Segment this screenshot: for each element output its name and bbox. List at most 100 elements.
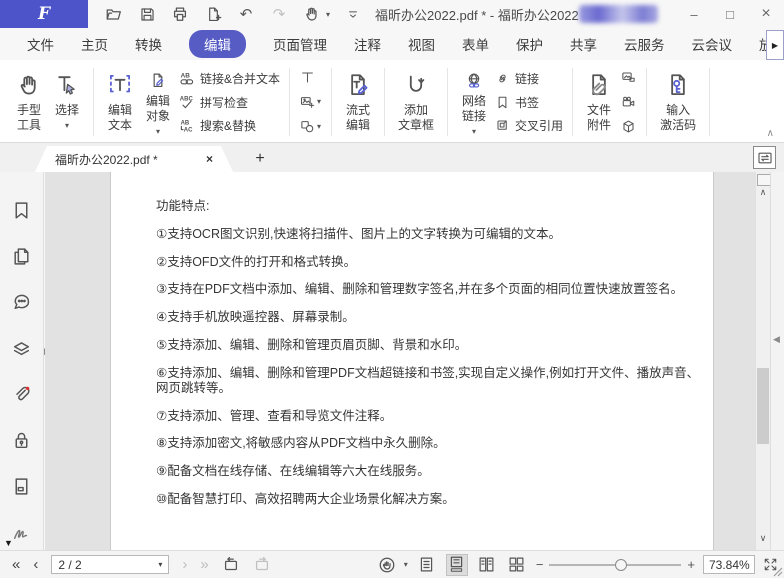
collapse-sidebar-icon[interactable]: «	[12, 557, 20, 573]
hand-mode-caret-icon[interactable]: ▾	[404, 562, 408, 568]
hand-tool-caret-icon[interactable]: ▾	[326, 10, 330, 19]
add-article-box-button[interactable]: 添加 文章框	[392, 66, 440, 138]
document-viewer[interactable]: 功能特点: ①支持OCR图文识别,快速将扫描件、图片上的文字转换为可编辑的文本。…	[45, 172, 756, 550]
add-shape-button[interactable]: ▾	[300, 119, 321, 134]
zoom-slider[interactable]	[549, 564, 681, 566]
search-replace-button[interactable]: ABAC 搜索&替换	[179, 117, 280, 134]
menu-convert[interactable]: 转换	[135, 34, 162, 54]
facing-continuous-view-button[interactable]	[506, 554, 528, 576]
edit-object-icon	[145, 72, 171, 89]
comments-panel-button[interactable]	[11, 292, 32, 313]
minimize-button[interactable]: –	[676, 0, 712, 28]
select-button[interactable]: 选择 ▾	[48, 66, 86, 138]
link-button[interactable]: 链接	[495, 70, 563, 87]
next-page-icon[interactable]: ›	[182, 557, 187, 573]
right-panel-expand-icon[interactable]: ◀	[773, 334, 780, 345]
single-page-view-button[interactable]	[416, 554, 438, 576]
save-icon[interactable]	[137, 4, 157, 24]
last-page-icon[interactable]: »	[200, 557, 208, 573]
spell-check-icon: ABC	[179, 94, 195, 110]
scroll-down-icon[interactable]: ∨	[756, 533, 770, 544]
print-icon[interactable]	[170, 4, 190, 24]
scrollbar-thumb[interactable]	[757, 368, 769, 444]
menu-scroll-right-button[interactable]: ▶	[766, 30, 784, 60]
layers-panel-button[interactable]	[11, 338, 32, 359]
redo-icon[interactable]: ↷	[269, 4, 289, 24]
flow-edit-button[interactable]: 流式 编辑	[339, 66, 377, 138]
menu-form[interactable]: 表单	[462, 34, 489, 54]
menu-cloud-meeting[interactable]: 云会议	[692, 34, 733, 54]
spell-check-button[interactable]: ABC 拼写检查	[179, 94, 280, 111]
web-link-label: 网络 链接	[462, 94, 486, 124]
edit-object-button[interactable]: 编辑 对象 ▾	[139, 66, 177, 138]
menu-protect[interactable]: 保护	[516, 34, 543, 54]
active-document-tab[interactable]: 福昕办公2022.pdf * ×	[35, 146, 233, 172]
undo-icon[interactable]: ↶	[236, 4, 256, 24]
account-badge[interactable]	[579, 5, 658, 23]
pages-panel-button[interactable]	[11, 246, 32, 267]
ribbon-collapse-icon[interactable]: ∧	[767, 128, 774, 139]
hand-tool-button[interactable]: 手型 工具	[10, 66, 48, 138]
activation-code-button[interactable]: 输入 激活码	[654, 66, 702, 138]
hand-tool-quick-icon[interactable]	[302, 4, 322, 24]
close-button[interactable]: ×	[748, 0, 784, 28]
bookmark-icon	[495, 95, 510, 110]
bookmarks-panel-button[interactable]	[11, 200, 32, 221]
menu-home[interactable]: 主页	[81, 34, 108, 54]
continuous-view-button[interactable]	[446, 554, 468, 576]
switch-view-button[interactable]	[753, 146, 776, 169]
3d-model-button[interactable]	[621, 119, 636, 134]
facing-view-button[interactable]	[476, 554, 498, 576]
previous-view-icon[interactable]	[222, 556, 240, 574]
menu-share[interactable]: 共享	[570, 34, 597, 54]
pdf-page[interactable]: 功能特点: ①支持OCR图文识别,快速将扫描件、图片上的文字转换为可编辑的文本。…	[110, 172, 714, 550]
maximize-button[interactable]: □	[712, 0, 748, 28]
edit-text-button[interactable]: 编辑 文本	[101, 66, 139, 138]
zoom-value-input[interactable]: 73.84%	[703, 555, 755, 574]
menu-comment[interactable]: 注释	[354, 34, 381, 54]
next-view-icon[interactable]	[253, 556, 271, 574]
sidebar-more-icon[interactable]: ▼	[4, 538, 13, 548]
signature-panel-button[interactable]	[11, 522, 32, 543]
status-bar: « ‹ 2 / 2 ▾ › » ▾ − + 73.84%	[0, 550, 784, 578]
web-link-button[interactable]: 网络 链接 ▾	[455, 66, 493, 138]
audio-video-button[interactable]	[621, 95, 636, 110]
add-text-button[interactable]	[300, 70, 321, 85]
file-attachment-button[interactable]: 文件 附件	[580, 66, 618, 138]
zoom-out-icon[interactable]: −	[536, 557, 544, 572]
svg-text:AC: AC	[184, 127, 193, 133]
new-tab-button[interactable]: +	[248, 147, 272, 171]
bookmark-button[interactable]: 书签	[495, 94, 563, 111]
page-number-input[interactable]: 2 / 2 ▾	[51, 555, 169, 574]
scrollbar-split-box[interactable]	[757, 174, 771, 186]
open-file-icon[interactable]	[104, 4, 124, 24]
edit-object-label: 编辑 对象	[146, 94, 170, 124]
zoom-in-icon[interactable]: +	[687, 557, 695, 572]
page-dropdown-caret-icon[interactable]: ▾	[158, 560, 162, 569]
hand-mode-icon[interactable]	[378, 556, 396, 574]
tab-close-icon[interactable]: ×	[206, 152, 213, 166]
menu-file[interactable]: 文件	[27, 34, 54, 54]
scroll-up-icon[interactable]: ∧	[756, 187, 770, 198]
article-box-label: 添加 文章框	[398, 103, 434, 133]
image-annotation-button[interactable]	[621, 70, 636, 85]
menu-cloud-service[interactable]: 云服务	[624, 34, 665, 54]
add-image-button[interactable]: ▾	[300, 95, 321, 110]
menu-edit-active[interactable]: 编辑	[189, 30, 246, 58]
vertical-scrollbar[interactable]: ∧ ∨	[755, 172, 771, 550]
customize-toolbar-icon[interactable]	[343, 4, 363, 24]
zoom-slider-thumb[interactable]	[615, 559, 627, 571]
destinations-panel-button[interactable]	[11, 476, 32, 497]
cross-reference-button[interactable]: 交叉引用	[495, 117, 563, 134]
security-panel-button[interactable]	[11, 430, 32, 451]
navigation-sidebar	[0, 172, 44, 550]
prev-page-icon[interactable]: ‹	[33, 557, 38, 573]
edit-text-icon	[107, 72, 133, 98]
new-document-icon[interactable]	[203, 4, 223, 24]
ribbon-toolbar: 手型 工具 选择 ▾ 编辑 文本 编辑 对象 ▾ AB 链接&合并文本 ABC …	[0, 60, 784, 143]
attachments-panel-button[interactable]	[11, 384, 32, 405]
resize-grip[interactable]	[771, 565, 783, 577]
menu-page-management[interactable]: 页面管理	[273, 34, 327, 54]
menu-view[interactable]: 视图	[408, 34, 435, 54]
link-merge-text-button[interactable]: AB 链接&合并文本	[179, 70, 280, 87]
